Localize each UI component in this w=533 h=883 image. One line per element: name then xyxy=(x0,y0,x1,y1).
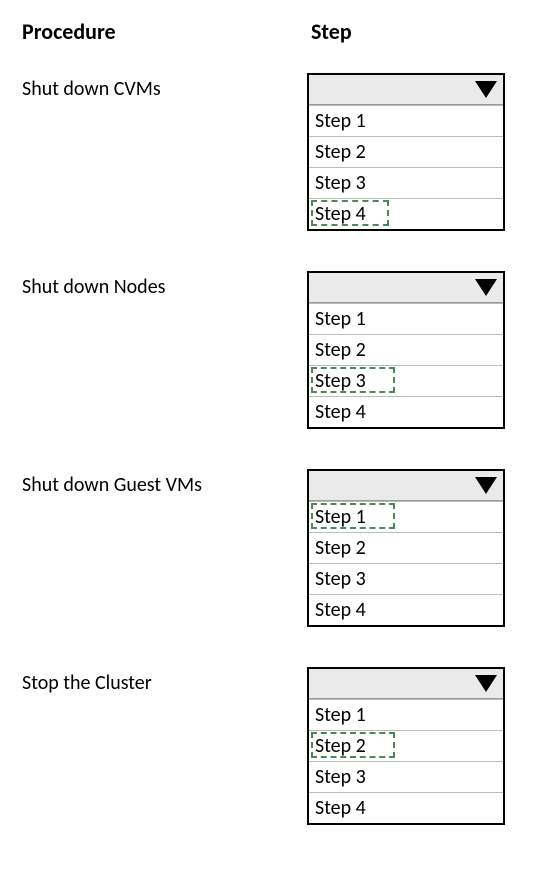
dropdown-option[interactable]: Step 4 xyxy=(309,198,503,229)
dropdown-header[interactable] xyxy=(309,669,503,699)
dropdown-option[interactable]: Step 2 xyxy=(309,532,503,563)
dropdown-option[interactable]: Step 1 xyxy=(309,303,503,334)
dropdown-header[interactable] xyxy=(309,75,503,105)
procedure-label: Shut down CVMs xyxy=(22,73,307,101)
procedure-row: Stop the Cluster Step 1 Step 2 Step 3 St… xyxy=(22,667,511,825)
dropdown-option[interactable]: Step 2 xyxy=(309,334,503,365)
procedure-label: Stop the Cluster xyxy=(22,667,307,695)
dropdown-option[interactable]: Step 3 xyxy=(309,167,503,198)
dropdown-option[interactable]: Step 2 xyxy=(309,136,503,167)
dropdown-option[interactable]: Step 4 xyxy=(309,594,503,625)
dropdown-option[interactable]: Step 3 xyxy=(309,365,503,396)
step-dropdown[interactable]: Step 1 Step 2 Step 3 Step 4 xyxy=(307,469,505,627)
procedure-row: Shut down CVMs Step 1 Step 2 Step 3 Step… xyxy=(22,73,511,231)
chevron-down-icon xyxy=(475,675,497,692)
step-dropdown[interactable]: Step 1 Step 2 Step 3 Step 4 xyxy=(307,73,505,231)
procedure-label: Shut down Nodes xyxy=(22,271,307,299)
step-dropdown[interactable]: Step 1 Step 2 Step 3 Step 4 xyxy=(307,667,505,825)
header-procedure: Procedure xyxy=(22,18,307,45)
dropdown-option[interactable]: Step 1 xyxy=(309,501,503,532)
procedure-row: Shut down Nodes Step 1 Step 2 Step 3 Ste… xyxy=(22,271,511,429)
chevron-down-icon xyxy=(475,81,497,98)
dropdown-option[interactable]: Step 4 xyxy=(309,792,503,823)
procedure-row: Shut down Guest VMs Step 1 Step 2 Step 3… xyxy=(22,469,511,627)
dropdown-option[interactable]: Step 2 xyxy=(309,730,503,761)
dropdown-option[interactable]: Step 4 xyxy=(309,396,503,427)
header-row: Procedure Step xyxy=(22,18,511,45)
chevron-down-icon xyxy=(475,279,497,296)
dropdown-option[interactable]: Step 3 xyxy=(309,563,503,594)
dropdown-option[interactable]: Step 1 xyxy=(309,105,503,136)
dropdown-option[interactable]: Step 3 xyxy=(309,761,503,792)
procedure-label: Shut down Guest VMs xyxy=(22,469,307,497)
header-step: Step xyxy=(307,18,509,45)
dropdown-header[interactable] xyxy=(309,273,503,303)
step-dropdown[interactable]: Step 1 Step 2 Step 3 Step 4 xyxy=(307,271,505,429)
dropdown-header[interactable] xyxy=(309,471,503,501)
chevron-down-icon xyxy=(475,477,497,494)
dropdown-option[interactable]: Step 1 xyxy=(309,699,503,730)
